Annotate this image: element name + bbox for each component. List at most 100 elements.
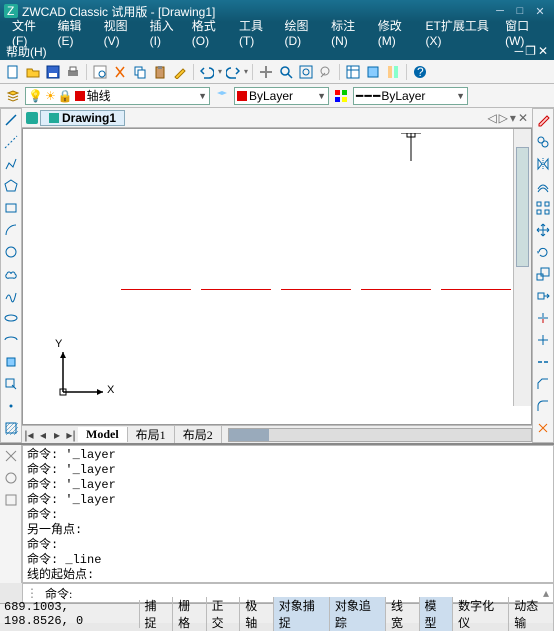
status-polar[interactable]: 极轴 — [240, 597, 274, 631]
ellipse-tool[interactable] — [2, 309, 20, 327]
menu-tools[interactable]: 工具(T) — [233, 17, 279, 48]
status-otrack[interactable]: 对象追踪 — [330, 597, 386, 631]
scrollbar-thumb[interactable] — [229, 429, 269, 441]
color-control-button[interactable] — [332, 87, 350, 105]
break-tool[interactable] — [534, 353, 552, 371]
insert-block-tool[interactable] — [2, 353, 20, 371]
point-tool[interactable] — [2, 397, 20, 415]
menu-dimension[interactable]: 标注(N) — [325, 17, 372, 48]
layer-manager-button[interactable] — [4, 87, 22, 105]
tab-next-button[interactable]: ▷ — [499, 111, 508, 125]
menu-draw[interactable]: 绘图(D) — [278, 17, 325, 48]
grip-icon[interactable]: ⋮ — [23, 586, 41, 600]
linetype-combo[interactable]: ━ ━ ━ ByLayer ▼ — [353, 87, 468, 105]
make-block-tool[interactable] — [2, 375, 20, 393]
command-history[interactable]: 命令: '_layer 命令: '_layer 命令: '_layer 命令: … — [22, 445, 554, 583]
tool-palette-button[interactable] — [384, 63, 402, 81]
drawing-canvas[interactable]: Y X — [22, 128, 532, 425]
status-snap[interactable]: 捕捉 — [140, 597, 174, 631]
spline-tool[interactable] — [2, 287, 20, 305]
ellipse-arc-tool[interactable] — [2, 331, 20, 349]
properties-button[interactable] — [344, 63, 362, 81]
line-tool[interactable] — [2, 111, 20, 129]
pan-button[interactable] — [257, 63, 275, 81]
new-button[interactable] — [4, 63, 22, 81]
circle-tool[interactable] — [2, 243, 20, 261]
layer-combo[interactable]: 💡 ☀ 🔒 轴线 ▼ — [25, 87, 210, 105]
fillet-tool[interactable] — [534, 397, 552, 415]
status-model[interactable]: 模型 — [420, 597, 454, 631]
menu-view[interactable]: 视图(V) — [98, 17, 144, 48]
document-tab[interactable]: Drawing1 — [40, 110, 125, 126]
construction-line-tool[interactable] — [2, 133, 20, 151]
menu-file[interactable]: 文件(F) — [6, 17, 52, 48]
chamfer-tool[interactable] — [534, 375, 552, 393]
print-button[interactable] — [64, 63, 82, 81]
save-button[interactable] — [44, 63, 62, 81]
status-grid[interactable]: 栅格 — [173, 597, 207, 631]
tab-menu-button[interactable]: ▾ — [510, 111, 516, 125]
rectangle-tool[interactable] — [2, 199, 20, 217]
tab-prev-button[interactable]: ◁ — [487, 111, 496, 125]
extend-tool[interactable] — [534, 331, 552, 349]
open-button[interactable] — [24, 63, 42, 81]
status-osnap[interactable]: 对象捕捉 — [274, 597, 330, 631]
match-prop-button[interactable] — [171, 63, 189, 81]
menu-et[interactable]: ET扩展工具(X) — [420, 17, 500, 48]
stretch-tool[interactable] — [534, 287, 552, 305]
cmd-tool-1[interactable] — [2, 447, 20, 465]
menu-window[interactable]: 窗口(W) — [499, 17, 548, 48]
mirror-tool[interactable] — [534, 155, 552, 173]
help-button[interactable]: ? — [411, 63, 429, 81]
cmd-tool-2[interactable] — [2, 469, 20, 487]
rotate-tool[interactable] — [534, 243, 552, 261]
scrollbar-thumb[interactable] — [516, 147, 529, 267]
vertical-scrollbar[interactable] — [513, 129, 531, 406]
horizontal-scrollbar[interactable] — [228, 428, 532, 442]
paste-button[interactable] — [151, 63, 169, 81]
design-center-button[interactable] — [364, 63, 382, 81]
tab-first-button[interactable]: |◂ — [22, 428, 36, 442]
revision-cloud-tool[interactable] — [2, 265, 20, 283]
tab-prev-button[interactable]: ◂ — [36, 428, 50, 442]
status-lwt[interactable]: 线宽 — [386, 597, 420, 631]
arc-tool[interactable] — [2, 221, 20, 239]
status-tablet[interactable]: 数字化仪 — [453, 597, 509, 631]
trim-tool[interactable] — [534, 309, 552, 327]
tab-next-button[interactable]: ▸ — [50, 428, 64, 442]
layout-tab-model[interactable]: Model — [78, 427, 128, 442]
zoom-previous-button[interactable] — [317, 63, 335, 81]
zoom-button[interactable] — [277, 63, 295, 81]
color-combo[interactable]: ByLayer ▼ — [234, 87, 329, 105]
polygon-tool[interactable] — [2, 177, 20, 195]
cmd-tool-3[interactable] — [2, 491, 20, 509]
layer-previous-button[interactable] — [213, 87, 231, 105]
hatch-tool[interactable] — [2, 419, 20, 437]
tab-close-button[interactable]: ✕ — [518, 111, 528, 125]
erase-tool[interactable] — [534, 111, 552, 129]
tab-last-button[interactable]: ▸| — [64, 428, 78, 442]
status-ortho[interactable]: 正交 — [207, 597, 241, 631]
redo-button[interactable] — [224, 63, 242, 81]
polyline-tool[interactable] — [2, 155, 20, 173]
status-dyn[interactable]: 动态输 — [509, 597, 554, 631]
layout-tab-2[interactable]: 布局2 — [175, 426, 222, 443]
offset-tool[interactable] — [534, 177, 552, 195]
menu-edit[interactable]: 编辑(E) — [52, 17, 98, 48]
move-tool[interactable] — [534, 221, 552, 239]
array-tool[interactable] — [534, 199, 552, 217]
menu-modify[interactable]: 修改(M) — [372, 17, 420, 48]
copy-button[interactable] — [131, 63, 149, 81]
undo-dropdown-icon[interactable]: ▾ — [218, 67, 222, 76]
cut-button[interactable] — [111, 63, 129, 81]
zoom-window-button[interactable] — [297, 63, 315, 81]
menu-insert[interactable]: 插入(I) — [144, 17, 186, 48]
scale-tool[interactable] — [534, 265, 552, 283]
copy-tool[interactable] — [534, 133, 552, 151]
undo-button[interactable] — [198, 63, 216, 81]
menu-format[interactable]: 格式(O) — [186, 17, 233, 48]
print-preview-button[interactable] — [91, 63, 109, 81]
redo-dropdown-icon[interactable]: ▾ — [244, 67, 248, 76]
layout-tab-1[interactable]: 布局1 — [128, 426, 175, 443]
coordinate-display[interactable]: 689.1003, 198.8526, 0 — [0, 600, 140, 628]
